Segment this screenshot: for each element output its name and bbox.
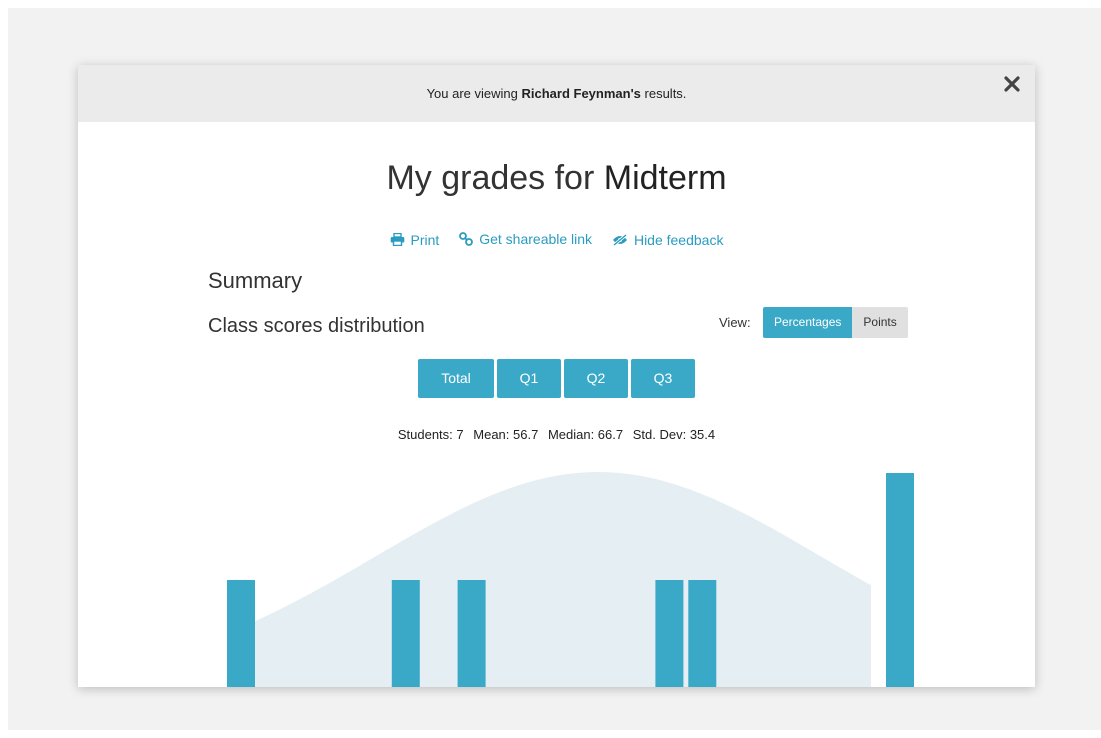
action-links: Print Get shareable link Hide feedback bbox=[78, 231, 1035, 249]
hide-feedback-label: Hide feedback bbox=[633, 232, 724, 248]
histogram-bar[interactable] bbox=[688, 580, 717, 687]
print-link[interactable]: Print bbox=[390, 231, 440, 248]
students-count: Students: 7 bbox=[397, 427, 464, 442]
notice-suffix: results. bbox=[640, 86, 687, 101]
class-statistics: Students: 7 Mean: 56.7 Median: 66.7 Std.… bbox=[78, 427, 1035, 442]
summary-heading: Summary bbox=[208, 268, 303, 293]
median-value: Median: 66.7 bbox=[547, 427, 624, 442]
tab-q3[interactable]: Q3 bbox=[631, 359, 695, 398]
view-label: View: bbox=[719, 315, 751, 330]
printer-icon bbox=[390, 233, 404, 246]
score-distribution-chart bbox=[227, 472, 914, 687]
hide-feedback-link[interactable]: Hide feedback bbox=[612, 232, 724, 248]
view-toggle: Percentages Points bbox=[763, 307, 908, 338]
histogram-bar[interactable] bbox=[227, 580, 255, 687]
question-tabs: Total Q1 Q2 Q3 bbox=[418, 359, 695, 398]
results-modal: You are viewing Richard Feynman's result… bbox=[78, 65, 1035, 687]
page-title: My grades for Midterm bbox=[78, 159, 1035, 198]
title-exam-name: Midterm bbox=[603, 159, 727, 197]
histogram-bar[interactable] bbox=[391, 580, 420, 687]
shareable-link-label: Get shareable link bbox=[479, 231, 593, 247]
histogram-bar[interactable] bbox=[886, 473, 914, 687]
link-icon bbox=[459, 232, 474, 246]
notice-student-name: Richard Feynman's bbox=[521, 86, 641, 101]
histogram-bar[interactable] bbox=[457, 580, 486, 687]
shareable-link[interactable]: Get shareable link bbox=[459, 231, 592, 247]
percentages-toggle-button[interactable]: Percentages bbox=[763, 307, 853, 338]
tab-q1[interactable]: Q1 bbox=[497, 359, 561, 398]
tab-q2[interactable]: Q2 bbox=[564, 359, 628, 398]
tab-total[interactable]: Total bbox=[418, 359, 494, 398]
title-prefix: My grades for bbox=[386, 159, 604, 197]
mean-value: Mean: 56.7 bbox=[473, 427, 539, 442]
eye-slash-icon bbox=[612, 234, 627, 246]
notice-prefix: You are viewing bbox=[426, 86, 522, 101]
std-dev-value: Std. Dev: 35.4 bbox=[632, 427, 716, 442]
distribution-heading: Class scores distribution bbox=[208, 315, 425, 337]
viewing-notice-bar: You are viewing Richard Feynman's result… bbox=[78, 65, 1035, 122]
histogram-bar[interactable] bbox=[655, 580, 684, 687]
normal-distribution-curve bbox=[241, 472, 871, 687]
print-label: Print bbox=[410, 231, 440, 248]
points-toggle-button[interactable]: Points bbox=[852, 307, 908, 338]
close-icon[interactable] bbox=[1003, 75, 1021, 93]
